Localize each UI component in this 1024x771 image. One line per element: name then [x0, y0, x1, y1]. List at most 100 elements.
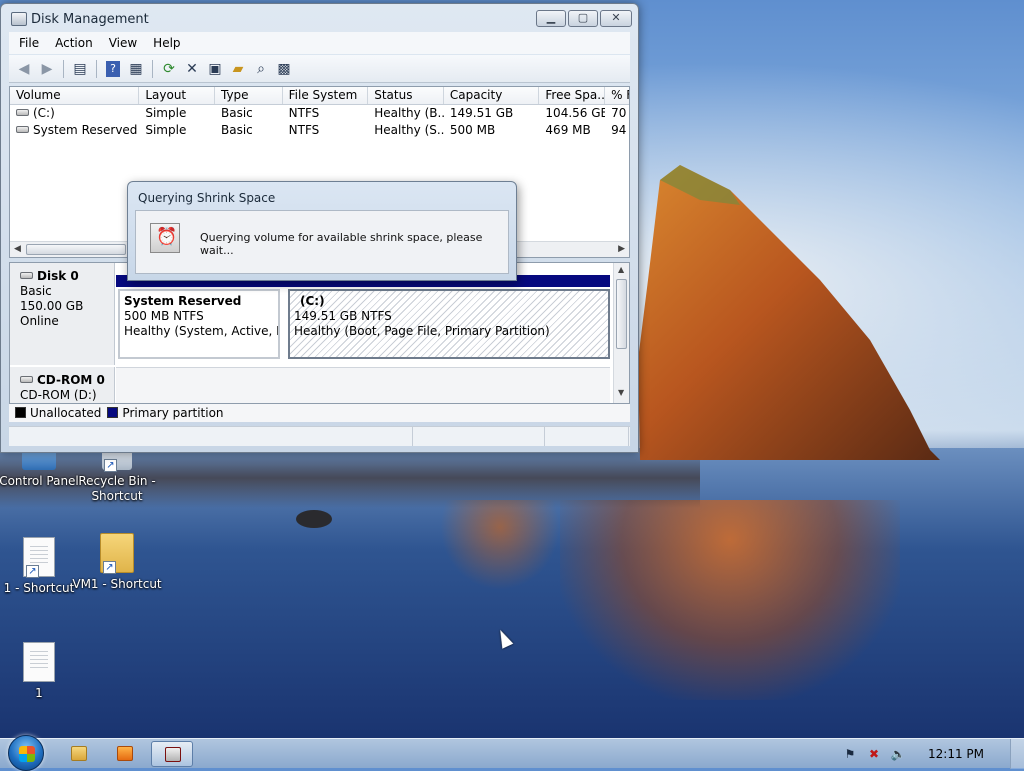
- toolbar: ◀ ▶ ▤ ? ▦ ⟳ ✕ ▣ ▰ ⌕ ▩: [9, 55, 630, 83]
- properties-button[interactable]: ▣: [204, 58, 226, 80]
- legend-unallocated-label: Unallocated: [30, 406, 102, 420]
- status-cell: Healthy (S...: [374, 123, 444, 137]
- column-header-free-space[interactable]: Free Spa...: [539, 87, 606, 104]
- menu-view[interactable]: View: [101, 36, 145, 50]
- free-space-cell: 104.56 GB: [545, 106, 606, 120]
- desktop-icon-recycle-bin-shortcut[interactable]: ↗ Recycle Bin - Shortcut: [72, 448, 162, 504]
- cdrom-0-type: CD-ROM (D:): [20, 388, 97, 402]
- show-hide-console-tree-button[interactable]: ▤: [69, 58, 91, 80]
- explore-button[interactable]: ⌕: [250, 58, 272, 80]
- taskbar-explorer[interactable]: [58, 741, 100, 767]
- settings-button[interactable]: ▩: [273, 58, 295, 80]
- layout-cell: Simple: [145, 106, 187, 120]
- delete-x-icon: ✕: [186, 60, 198, 77]
- column-header-volume[interactable]: Volume: [10, 87, 140, 104]
- start-button[interactable]: [8, 735, 44, 771]
- taskbar-clock[interactable]: 12:11 PM: [928, 747, 984, 761]
- disk-0-size: 150.00 GB: [20, 299, 84, 313]
- type-cell: Basic: [221, 106, 253, 120]
- system-tray: ⚑ ✖ 🔈 12:11 PM: [838, 739, 1024, 769]
- scroll-left-icon[interactable]: ◀: [14, 244, 21, 254]
- partition-system-reserved[interactable]: System Reserved 500 MB NTFS Healthy (Sys…: [118, 289, 280, 359]
- disk-0-type: Basic: [20, 284, 52, 298]
- column-header-type[interactable]: Type: [215, 87, 283, 104]
- file-system-cell: NTFS: [288, 106, 320, 120]
- percent-free-cell: 94: [611, 123, 627, 137]
- column-header-layout[interactable]: Layout: [139, 87, 215, 104]
- desktop-icon-label: 1: [35, 686, 43, 700]
- file-system-cell: NTFS: [288, 123, 320, 137]
- minimize-icon: ▁: [546, 11, 556, 24]
- dialog-message: Querying volume for available shrink spa…: [200, 231, 483, 257]
- cdrom-0-name-row: CD-ROM 0: [20, 373, 114, 388]
- close-button[interactable]: ✕: [600, 10, 632, 27]
- desktop-icon-vm1-shortcut[interactable]: ↗ VM1 - Shortcut: [72, 533, 162, 592]
- scroll-right-icon[interactable]: ▶: [618, 244, 625, 254]
- disk-0-status: Online: [20, 314, 59, 328]
- desktop-icon-1[interactable]: 1: [0, 642, 84, 701]
- help-button[interactable]: ?: [102, 58, 124, 80]
- partition-name: System Reserved: [124, 294, 242, 308]
- menu-help[interactable]: Help: [145, 36, 188, 50]
- menu-action[interactable]: Action: [47, 36, 101, 50]
- cdrom-0-label[interactable]: CD-ROM 0 CD-ROM (D:): [10, 367, 115, 403]
- partition-c-drive[interactable]: (C:) 149.51 GB NTFS Healthy (Boot, Page …: [288, 289, 610, 359]
- minimize-button[interactable]: ▁: [536, 10, 566, 27]
- cdrom-0-media-area: [116, 367, 610, 403]
- forward-button[interactable]: ▶: [36, 58, 58, 80]
- toolbar-separator: [152, 59, 153, 78]
- maximize-button[interactable]: ▢: [568, 10, 598, 27]
- partition-size: 149.51 GB NTFS: [294, 309, 392, 323]
- scrollbar-thumb[interactable]: [26, 244, 126, 255]
- shortcut-arrow-icon: ↗: [104, 459, 117, 472]
- desktop-icon-label: VM1 - Shortcut: [72, 577, 162, 591]
- disk-0-label[interactable]: Disk 0 Basic 150.00 GB Online: [10, 263, 115, 365]
- taskbar-disk-management[interactable]: [151, 741, 193, 767]
- capacity-cell: 149.51 GB: [449, 106, 514, 120]
- scrollbar-thumb[interactable]: [616, 279, 627, 349]
- volume-name: System Reserved: [33, 123, 138, 137]
- column-header-file-system[interactable]: File System: [283, 87, 369, 104]
- status-bar: [9, 426, 630, 446]
- taskbar-media-player[interactable]: [104, 741, 146, 767]
- settings-icon: ▩: [277, 60, 291, 77]
- column-header-percent-free[interactable]: % F: [605, 87, 629, 104]
- document-icon: [23, 642, 55, 682]
- column-header-capacity[interactable]: Capacity: [444, 87, 540, 104]
- volume-list-header: Volume Layout Type File System Status Ca…: [10, 87, 629, 105]
- table-row[interactable]: System Reserved Simple Basic NTFS Health…: [10, 122, 629, 139]
- status-bar-pane: [413, 427, 545, 446]
- column-header-status[interactable]: Status: [368, 87, 444, 104]
- drive-icon: [16, 126, 29, 133]
- shortcut-arrow-icon: ↗: [103, 561, 116, 574]
- partition-status: Healthy (Boot, Page File, Primary Partit…: [294, 324, 550, 338]
- back-button[interactable]: ◀: [13, 58, 35, 80]
- action-center-flag-icon[interactable]: ⚑: [841, 746, 859, 762]
- dialog-title: Querying Shrink Space: [138, 191, 276, 205]
- table-row[interactable]: (C:) Simple Basic NTFS Healthy (B... 149…: [10, 105, 629, 122]
- properties-icon: ▣: [208, 60, 222, 77]
- refresh-button[interactable]: ⟳: [158, 58, 180, 80]
- legend: Unallocated Primary partition: [9, 404, 630, 422]
- menu-file[interactable]: File: [11, 36, 47, 50]
- percent-free-cell: 70: [611, 106, 627, 120]
- disk-management-app-icon: [11, 12, 27, 26]
- network-disconnected-icon[interactable]: ✖: [865, 746, 883, 762]
- show-desktop-button[interactable]: [1010, 739, 1024, 769]
- status-bar-pane: [9, 427, 413, 446]
- scroll-down-icon[interactable]: ▼: [618, 388, 624, 397]
- shortcut-arrow-icon: ↗: [26, 565, 39, 578]
- delete-button[interactable]: ✕: [181, 58, 203, 80]
- disk-view-vertical-scrollbar[interactable]: ▲ ▼: [613, 263, 629, 403]
- back-arrow-icon: ◀: [18, 60, 30, 77]
- magnifier-icon: ⌕: [257, 60, 265, 77]
- volume-icon[interactable]: 🔈: [889, 746, 907, 762]
- open-button[interactable]: ▰: [227, 58, 249, 80]
- legend-primary: Primary partition: [107, 406, 224, 420]
- toolbar-separator: [63, 59, 64, 78]
- refresh-icon: ⟳: [163, 60, 175, 77]
- action-pane-icon: ▦: [129, 60, 143, 77]
- action-pane-button[interactable]: ▦: [125, 58, 147, 80]
- window-titlebar[interactable]: Disk Management ▁ ▢ ✕: [1, 4, 638, 31]
- scroll-up-icon[interactable]: ▲: [618, 265, 624, 274]
